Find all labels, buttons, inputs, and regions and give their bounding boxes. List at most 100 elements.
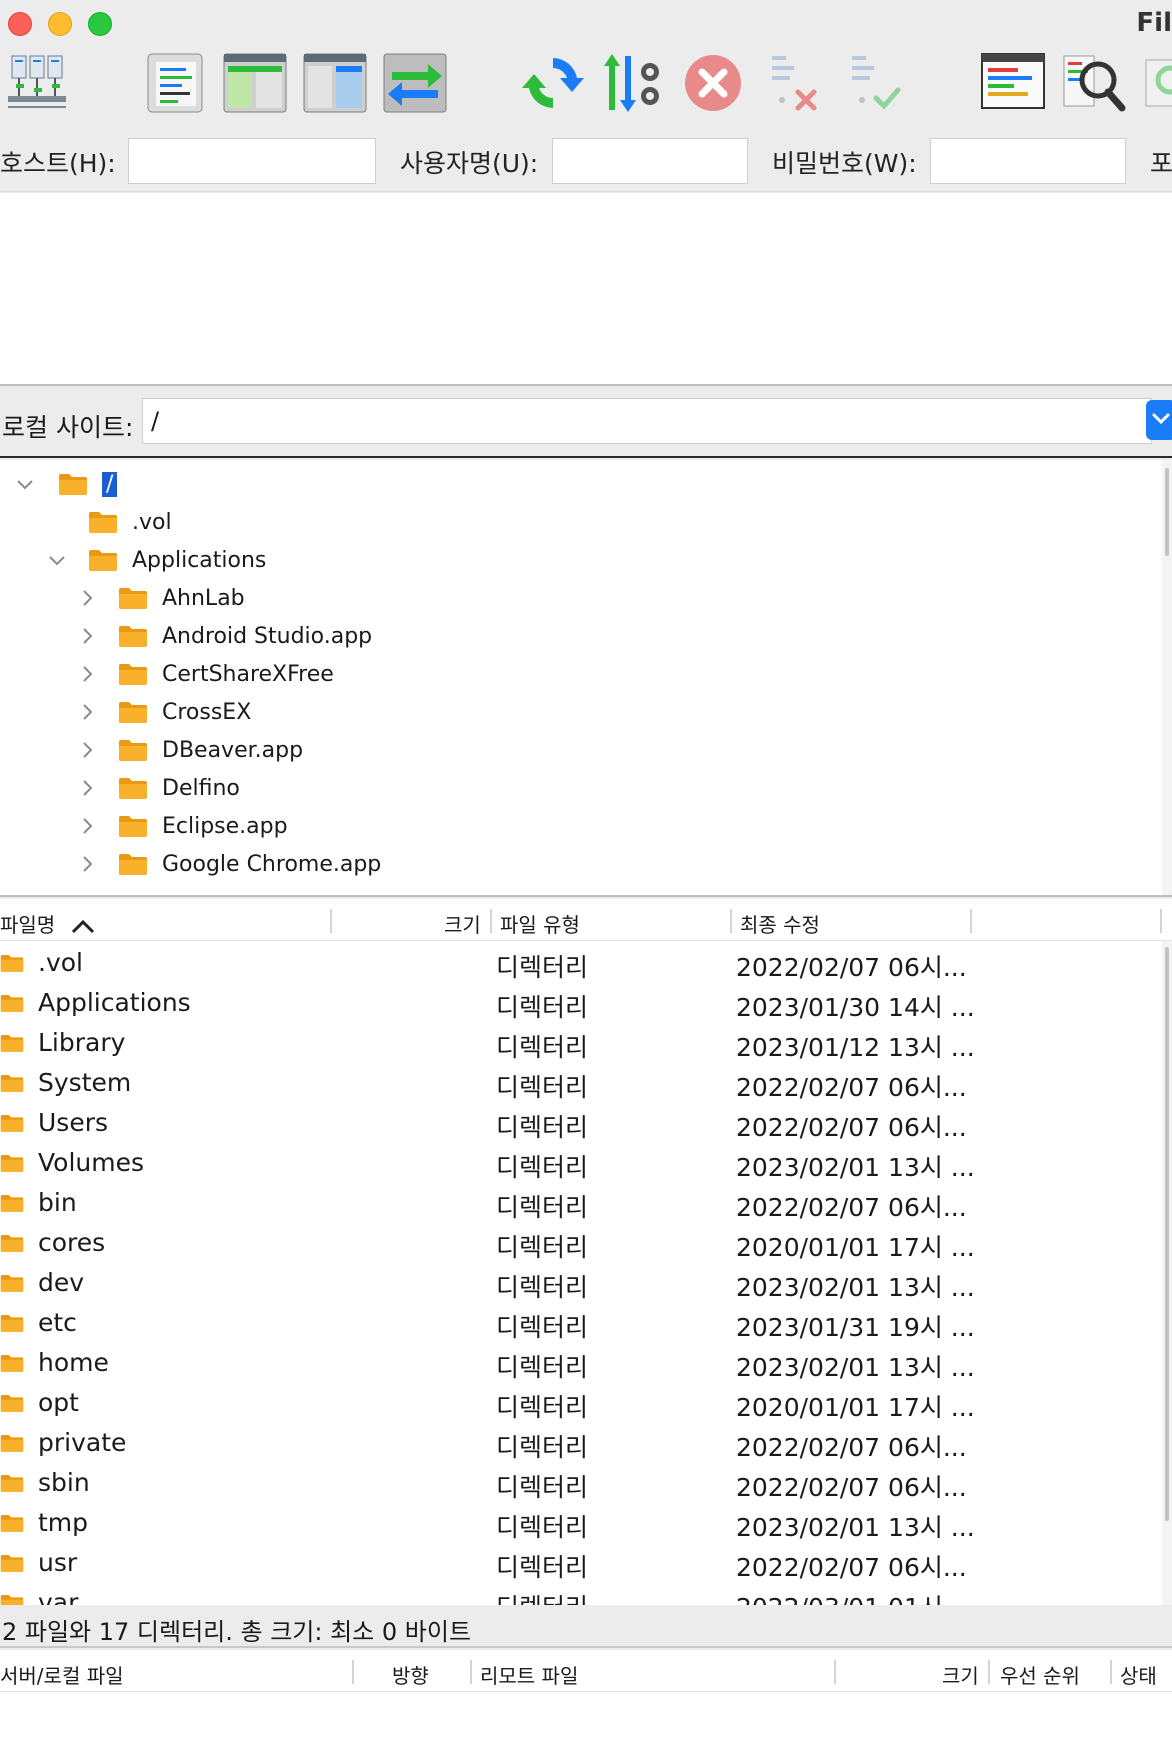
tree-item[interactable]: Eclipse.app xyxy=(83,808,288,844)
file-row[interactable]: home 디렉터리 2023/02/01 13시 ... xyxy=(0,1343,1160,1383)
file-list-scrollbar[interactable] xyxy=(1162,941,1172,1605)
file-row[interactable]: dev 디렉터리 2023/02/01 13시 ... xyxy=(0,1263,1160,1303)
tree-item[interactable]: CrossEX xyxy=(83,694,251,730)
file-name: Applications xyxy=(38,988,191,1017)
local-directory-tree[interactable]: / .vol Applications AhnLab Android Studio.ap… xyxy=(0,460,1172,897)
tree-item[interactable]: Android Studio.app xyxy=(83,618,372,654)
column-divider[interactable] xyxy=(470,1660,472,1684)
local-site-dropdown-button[interactable] xyxy=(1146,400,1172,440)
column-divider[interactable] xyxy=(352,1660,354,1684)
file-row[interactable]: .vol 디렉터리 2022/02/07 06시... xyxy=(0,943,1160,983)
tree-scrollbar[interactable] xyxy=(1162,460,1172,895)
tree-item[interactable]: .vol xyxy=(88,504,172,540)
message-log[interactable] xyxy=(0,193,1172,386)
chevron-right-icon[interactable] xyxy=(76,701,98,723)
tree-item[interactable]: DBeaver.app xyxy=(83,732,304,768)
toggle-message-log-button[interactable] xyxy=(142,50,208,116)
file-row[interactable]: usr 디렉터리 2022/02/07 06시... xyxy=(0,1543,1160,1583)
queue-column-status[interactable]: 상태 xyxy=(1120,1660,1157,1689)
file-row[interactable]: private 디렉터리 2022/02/07 06시... xyxy=(0,1423,1160,1463)
file-row[interactable]: bin 디렉터리 2022/02/07 06시... xyxy=(0,1183,1160,1223)
refresh-button[interactable] xyxy=(520,50,586,116)
queue-column-remote[interactable]: 리모트 파일 xyxy=(480,1660,578,1689)
column-divider[interactable] xyxy=(970,909,972,933)
file-row[interactable]: etc 디렉터리 2023/01/31 19시 ... xyxy=(0,1303,1160,1343)
zoom-window-button[interactable] xyxy=(88,12,112,36)
column-divider[interactable] xyxy=(490,909,492,933)
transfer-queue[interactable]: 서버/로컬 파일 방향 리모트 파일 크기 우선 순위 상태 xyxy=(0,1650,1172,1738)
folder-icon xyxy=(118,662,148,686)
column-header-size[interactable]: 크기 xyxy=(444,909,481,938)
local-file-list[interactable]: 파일명 크기 파일 유형 최종 수정 .vol 디렉터리 2022/02/07 06… xyxy=(0,899,1172,1605)
file-row[interactable]: System 디렉터리 2022/02/07 06시... xyxy=(0,1063,1160,1103)
chevron-right-icon[interactable] xyxy=(76,853,98,875)
file-row[interactable]: Volumes 디렉터리 2023/02/01 13시 ... xyxy=(0,1143,1160,1183)
toggle-remote-tree-button[interactable] xyxy=(302,50,368,116)
file-row[interactable]: Applications 디렉터리 2023/01/30 14시 ... xyxy=(0,983,1160,1023)
queue-column-local[interactable]: 서버/로컬 파일 xyxy=(0,1660,124,1689)
chevron-down-icon[interactable] xyxy=(46,549,68,571)
file-modified: 2023/02/01 13시 ... xyxy=(736,1353,975,1382)
file-row[interactable]: var 디렉터리 2022/03/01 01시... xyxy=(0,1583,1160,1605)
username-input[interactable] xyxy=(552,138,748,184)
folder-icon xyxy=(88,510,118,534)
password-input[interactable] xyxy=(930,138,1126,184)
column-divider[interactable] xyxy=(988,1660,990,1684)
toggle-local-tree-button[interactable] xyxy=(222,50,288,116)
tree-item[interactable]: Google Chrome.app xyxy=(83,846,381,882)
local-site-path-input[interactable]: / xyxy=(142,398,1152,444)
minimize-window-button[interactable] xyxy=(48,12,72,36)
column-header-modified[interactable]: 최종 수정 xyxy=(740,909,820,938)
folder-icon xyxy=(0,1191,24,1215)
chevron-right-icon[interactable] xyxy=(76,815,98,837)
queue-column-size[interactable]: 크기 xyxy=(942,1660,979,1689)
column-divider[interactable] xyxy=(834,1660,836,1684)
chevron-right-icon[interactable] xyxy=(76,663,98,685)
chevron-right-icon[interactable] xyxy=(76,625,98,647)
tree-item[interactable]: CertShareXFree xyxy=(83,656,334,692)
cancel-operation-button[interactable] xyxy=(680,50,746,116)
tree-item-label: AhnLab xyxy=(162,585,245,611)
file-row[interactable]: opt 디렉터리 2020/01/01 17시 ... xyxy=(0,1383,1160,1423)
chevron-right-icon[interactable] xyxy=(76,739,98,761)
column-divider[interactable] xyxy=(730,909,732,933)
tree-item[interactable]: Delfino xyxy=(83,770,240,806)
tree-item-label: DBeaver.app xyxy=(162,737,304,763)
disconnect-button[interactable] xyxy=(760,50,826,116)
toggle-transfer-queue-button[interactable] xyxy=(382,50,448,116)
file-type: 디렉터리 xyxy=(496,1553,589,1582)
host-input[interactable] xyxy=(128,138,376,184)
folder-icon xyxy=(118,814,148,838)
file-row[interactable]: sbin 디렉터리 2022/02/07 06시... xyxy=(0,1463,1160,1503)
folder-icon xyxy=(0,1351,24,1375)
site-manager-button[interactable] xyxy=(2,50,68,116)
file-row[interactable]: tmp 디렉터리 2023/02/01 13시 ... xyxy=(0,1503,1160,1543)
file-row[interactable]: Users 디렉터리 2022/02/07 06시... xyxy=(0,1103,1160,1143)
directory-listing-filters-button[interactable] xyxy=(980,50,1046,116)
column-divider[interactable] xyxy=(330,909,332,933)
chevron-down-icon[interactable] xyxy=(14,473,36,495)
tree-item[interactable]: AhnLab xyxy=(83,580,245,616)
tree-item[interactable]: Applications xyxy=(49,542,266,578)
queue-column-direction[interactable]: 방향 xyxy=(392,1660,429,1689)
file-type: 디렉터리 xyxy=(496,1353,589,1382)
column-header-name[interactable]: 파일명 xyxy=(0,909,96,938)
column-header-type[interactable]: 파일 유형 xyxy=(500,909,580,938)
search-remote-files-button[interactable] xyxy=(1060,50,1126,116)
file-row[interactable]: cores 디렉터리 2020/01/01 17시 ... xyxy=(0,1223,1160,1263)
column-divider[interactable] xyxy=(1110,1660,1112,1684)
chevron-right-icon[interactable] xyxy=(76,777,98,799)
folder-icon xyxy=(118,624,148,648)
process-queue-button[interactable] xyxy=(600,50,666,116)
tree-item[interactable]: / xyxy=(17,466,118,502)
column-divider[interactable] xyxy=(1160,909,1162,933)
find-files-button[interactable] xyxy=(1140,50,1172,116)
reconnect-button[interactable] xyxy=(840,50,906,116)
close-window-button[interactable] xyxy=(8,12,32,36)
chevron-right-icon[interactable] xyxy=(76,587,98,609)
file-modified: 2023/01/12 13시 ... xyxy=(736,1033,975,1062)
file-row[interactable]: Library 디렉터리 2023/01/12 13시 ... xyxy=(0,1023,1160,1063)
queue-column-priority[interactable]: 우선 순위 xyxy=(1000,1660,1080,1689)
folder-icon xyxy=(118,776,148,800)
file-type: 디렉터리 xyxy=(496,1473,589,1502)
